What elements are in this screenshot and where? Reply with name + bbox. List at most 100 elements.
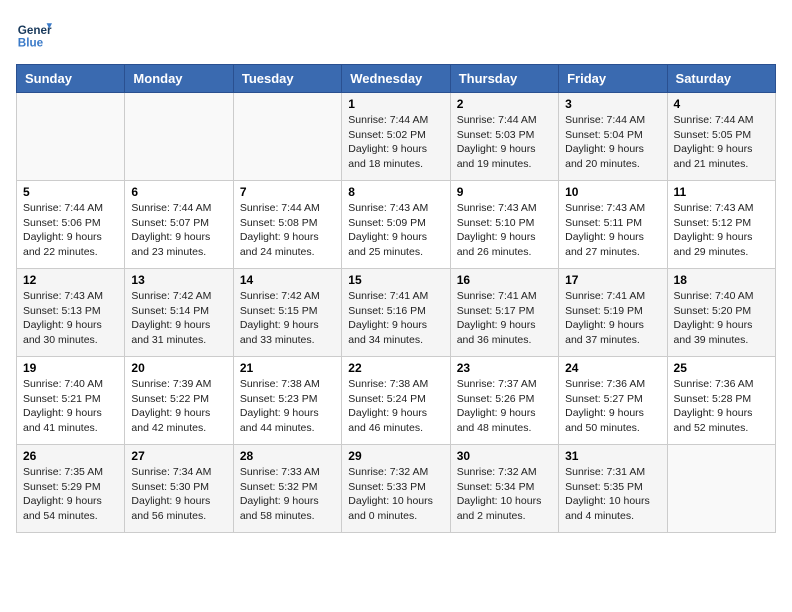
day-number: 1 [348,97,443,111]
day-number: 6 [131,185,226,199]
calendar-cell: 17 Sunrise: 7:41 AMSunset: 5:19 PMDayligh… [559,269,667,357]
day-number: 4 [674,97,769,111]
day-number: 9 [457,185,552,199]
calendar-cell: 20 Sunrise: 7:39 AMSunset: 5:22 PMDayligh… [125,357,233,445]
logo-icon: General Blue [16,16,52,52]
day-info: Sunrise: 7:43 AMSunset: 5:09 PMDaylight:… [348,201,443,260]
day-info: Sunrise: 7:36 AMSunset: 5:28 PMDaylight:… [674,377,769,436]
calendar-cell: 10 Sunrise: 7:43 AMSunset: 5:11 PMDayligh… [559,181,667,269]
calendar-cell: 5Sunrise: 7:44 AMSunset: 5:06 PMDaylight… [17,181,125,269]
day-number: 27 [131,449,226,463]
svg-text:Blue: Blue [18,37,44,50]
calendar-week-row: 26 Sunrise: 7:35 AMSunset: 5:29 PMDayligh… [17,445,776,533]
day-info: Sunrise: 7:43 AMSunset: 5:11 PMDaylight:… [565,201,660,260]
day-number: 10 [565,185,660,199]
day-info: Sunrise: 7:35 AMSunset: 5:29 PMDaylight:… [23,465,118,524]
weekday-header: Sunday [17,65,125,93]
day-info: Sunrise: 7:39 AMSunset: 5:22 PMDaylight:… [131,377,226,436]
calendar-header: SundayMondayTuesdayWednesdayThursdayFrid… [17,65,776,93]
day-number: 7 [240,185,335,199]
calendar-cell: 2 Sunrise: 7:44 AMSunset: 5:03 PMDaylight… [450,93,558,181]
calendar-cell: 8 Sunrise: 7:43 AMSunset: 5:09 PMDaylight… [342,181,450,269]
day-number: 12 [23,273,118,287]
calendar-cell: 24Sunrise: 7:36 AMSunset: 5:27 PMDayligh… [559,357,667,445]
day-number: 18 [674,273,769,287]
calendar-week-row: 5Sunrise: 7:44 AMSunset: 5:06 PMDaylight… [17,181,776,269]
calendar-week-row: 12Sunrise: 7:43 AMSunset: 5:13 PMDayligh… [17,269,776,357]
day-number: 16 [457,273,552,287]
calendar-table: SundayMondayTuesdayWednesdayThursdayFrid… [16,64,776,533]
calendar-cell: 27 Sunrise: 7:34 AMSunset: 5:30 PMDayligh… [125,445,233,533]
day-number: 2 [457,97,552,111]
calendar-cell: 28Sunrise: 7:33 AMSunset: 5:32 PMDayligh… [233,445,341,533]
calendar-cell: 19Sunrise: 7:40 AMSunset: 5:21 PMDayligh… [17,357,125,445]
day-info: Sunrise: 7:38 AMSunset: 5:24 PMDaylight:… [348,377,443,436]
day-info: Sunrise: 7:40 AMSunset: 5:21 PMDaylight:… [23,377,118,436]
page-header: General Blue [16,16,776,52]
calendar-cell: 18 Sunrise: 7:40 AMSunset: 5:20 PMDayligh… [667,269,775,357]
day-number: 15 [348,273,443,287]
day-info: Sunrise: 7:42 AMSunset: 5:15 PMDaylight:… [240,289,335,348]
day-info: Sunrise: 7:41 AMSunset: 5:16 PMDaylight:… [348,289,443,348]
day-number: 3 [565,97,660,111]
day-number: 30 [457,449,552,463]
day-info: Sunrise: 7:32 AMSunset: 5:34 PMDaylight:… [457,465,552,524]
day-info: Sunrise: 7:40 AMSunset: 5:20 PMDaylight:… [674,289,769,348]
day-info: Sunrise: 7:31 AMSunset: 5:35 PMDaylight:… [565,465,660,524]
calendar-cell: 21 Sunrise: 7:38 AMSunset: 5:23 PMDayligh… [233,357,341,445]
calendar-cell: 3 Sunrise: 7:44 AMSunset: 5:04 PMDaylight… [559,93,667,181]
day-info: Sunrise: 7:44 AMSunset: 5:04 PMDaylight:… [565,113,660,172]
calendar-cell: 23Sunrise: 7:37 AMSunset: 5:26 PMDayligh… [450,357,558,445]
day-info: Sunrise: 7:41 AMSunset: 5:19 PMDaylight:… [565,289,660,348]
day-number: 31 [565,449,660,463]
calendar-cell [125,93,233,181]
day-number: 24 [565,361,660,375]
day-number: 21 [240,361,335,375]
calendar-cell: 29 Sunrise: 7:32 AMSunset: 5:33 PMDayligh… [342,445,450,533]
calendar-cell: 12Sunrise: 7:43 AMSunset: 5:13 PMDayligh… [17,269,125,357]
day-info: Sunrise: 7:32 AMSunset: 5:33 PMDaylight:… [348,465,443,524]
calendar-cell: 30 Sunrise: 7:32 AMSunset: 5:34 PMDayligh… [450,445,558,533]
day-info: Sunrise: 7:44 AMSunset: 5:03 PMDaylight:… [457,113,552,172]
weekday-header: Saturday [667,65,775,93]
day-number: 11 [674,185,769,199]
day-number: 20 [131,361,226,375]
day-info: Sunrise: 7:44 AMSunset: 5:02 PMDaylight:… [348,113,443,172]
calendar-cell: 15 Sunrise: 7:41 AMSunset: 5:16 PMDayligh… [342,269,450,357]
day-number: 26 [23,449,118,463]
day-info: Sunrise: 7:42 AMSunset: 5:14 PMDaylight:… [131,289,226,348]
calendar-week-row: 1 Sunrise: 7:44 AMSunset: 5:02 PMDaylight… [17,93,776,181]
weekday-header: Friday [559,65,667,93]
calendar-cell: 14 Sunrise: 7:42 AMSunset: 5:15 PMDayligh… [233,269,341,357]
calendar-cell: 22Sunrise: 7:38 AMSunset: 5:24 PMDayligh… [342,357,450,445]
day-number: 8 [348,185,443,199]
calendar-cell: 4 Sunrise: 7:44 AMSunset: 5:05 PMDaylight… [667,93,775,181]
day-info: Sunrise: 7:41 AMSunset: 5:17 PMDaylight:… [457,289,552,348]
day-info: Sunrise: 7:44 AMSunset: 5:05 PMDaylight:… [674,113,769,172]
weekday-header: Tuesday [233,65,341,93]
day-info: Sunrise: 7:37 AMSunset: 5:26 PMDaylight:… [457,377,552,436]
calendar-cell: 6 Sunrise: 7:44 AMSunset: 5:07 PMDaylight… [125,181,233,269]
day-number: 17 [565,273,660,287]
day-number: 25 [674,361,769,375]
calendar-cell: 9 Sunrise: 7:43 AMSunset: 5:10 PMDaylight… [450,181,558,269]
calendar-cell [667,445,775,533]
day-info: Sunrise: 7:43 AMSunset: 5:10 PMDaylight:… [457,201,552,260]
calendar-cell: 13Sunrise: 7:42 AMSunset: 5:14 PMDayligh… [125,269,233,357]
calendar-cell [233,93,341,181]
day-info: Sunrise: 7:43 AMSunset: 5:12 PMDaylight:… [674,201,769,260]
calendar-cell: 26 Sunrise: 7:35 AMSunset: 5:29 PMDayligh… [17,445,125,533]
calendar-cell: 7Sunrise: 7:44 AMSunset: 5:08 PMDaylight… [233,181,341,269]
day-number: 29 [348,449,443,463]
day-info: Sunrise: 7:44 AMSunset: 5:07 PMDaylight:… [131,201,226,260]
calendar-body: 1 Sunrise: 7:44 AMSunset: 5:02 PMDaylight… [17,93,776,533]
logo: General Blue [16,16,56,52]
calendar-cell [17,93,125,181]
weekday-header: Thursday [450,65,558,93]
day-info: Sunrise: 7:33 AMSunset: 5:32 PMDaylight:… [240,465,335,524]
weekday-header: Wednesday [342,65,450,93]
day-number: 14 [240,273,335,287]
day-info: Sunrise: 7:34 AMSunset: 5:30 PMDaylight:… [131,465,226,524]
day-info: Sunrise: 7:38 AMSunset: 5:23 PMDaylight:… [240,377,335,436]
calendar-cell: 11 Sunrise: 7:43 AMSunset: 5:12 PMDayligh… [667,181,775,269]
